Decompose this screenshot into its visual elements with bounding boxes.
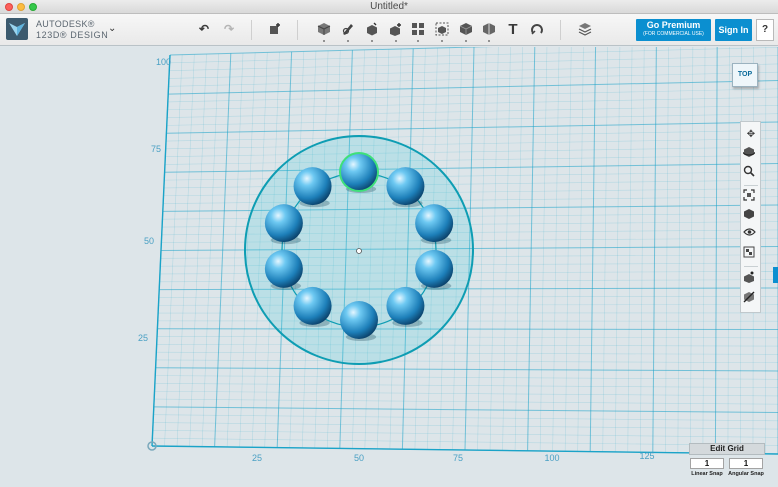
grid-line-vertical [577, 47, 584, 452]
3d-viewport[interactable]: 25 50 75 100 125 100 75 50 25 TOP ✥ Edit… [0, 47, 778, 487]
x-axis-label: 25 [252, 453, 262, 463]
toolbar-divider [251, 20, 252, 40]
zoom-icon[interactable] [743, 165, 759, 181]
toolbar-divider [297, 20, 298, 40]
grid-line-vertical [714, 47, 718, 454]
grid-line-vertical [677, 47, 681, 453]
sphere[interactable] [264, 204, 303, 243]
combine-icon[interactable] [458, 21, 474, 37]
redo-icon[interactable]: ↷ [221, 21, 237, 37]
construct-icon[interactable] [364, 21, 380, 37]
grid-line-vertical [514, 47, 523, 451]
sphere[interactable] [386, 167, 425, 206]
edit-grid-button[interactable]: Edit Grid [689, 443, 765, 455]
y-axis-label: 100 [156, 57, 171, 67]
snap-grid-icon[interactable] [743, 271, 759, 287]
title-bar: Untitled* [0, 0, 778, 14]
right-panel-tab[interactable] [773, 267, 778, 283]
grid-line-vertical [564, 47, 572, 452]
view-cube[interactable]: TOP [732, 63, 758, 87]
pan-icon[interactable]: ✥ [743, 126, 759, 142]
brand-name: AUTODESK® [36, 19, 95, 29]
grid-line-vertical [702, 47, 706, 454]
sphere[interactable] [386, 286, 425, 325]
workspace-canvas[interactable]: 25 50 75 100 125 100 75 50 25 [0, 47, 778, 487]
grid-line-vertical [627, 47, 633, 453]
sphere[interactable] [415, 204, 454, 243]
navigation-panel: ✥ [740, 121, 761, 313]
linear-snap-label: Linear Snap [691, 471, 723, 477]
main-toolbar: AUTODESK® 123D® DESIGN ⌄ ↶ ↷ T Go Premiu… [0, 14, 778, 46]
visibility-icon[interactable] [743, 227, 759, 243]
primitives-cube-icon[interactable] [316, 21, 332, 37]
grid-line-vertical [690, 47, 694, 453]
x-axis-label: 50 [354, 453, 364, 463]
undo-icon[interactable]: ↶ [196, 21, 212, 37]
grid-line-vertical [639, 47, 645, 453]
grid-line-horizontal [158, 304, 778, 306]
grid-line-vertical [552, 47, 560, 452]
sphere[interactable] [415, 249, 454, 288]
app-window: Untitled* AUTODESK® 123D® DESIGN ⌄ ↶ ↷ T… [0, 0, 778, 487]
transform-box-icon[interactable] [267, 21, 283, 37]
edit-grid-panel: Edit Grid 1 1 Linear Snap Angular Snap [689, 443, 765, 483]
go-premium-sublabel: (FOR COMMERCIAL USE) [643, 31, 704, 37]
grouping-icon[interactable] [434, 21, 450, 37]
solid-toggle-icon[interactable] [743, 291, 759, 307]
grid-line-vertical [727, 47, 730, 454]
sign-in-button[interactable]: Sign In [715, 19, 752, 41]
y-axis-label: 75 [151, 144, 161, 154]
text-icon[interactable]: T [505, 21, 521, 38]
chevron-down-icon[interactable]: ⌄ [108, 23, 116, 34]
grid-line-horizontal [157, 328, 778, 330]
grid-line-vertical [539, 47, 548, 451]
sphere[interactable] [293, 167, 332, 206]
fit-icon[interactable] [743, 189, 759, 205]
grid-line-vertical [527, 47, 536, 451]
window-title: Untitled* [370, 1, 408, 12]
material-view-icon[interactable] [743, 246, 759, 262]
selected-sphere[interactable] [339, 152, 379, 192]
y-axis-label: 25 [138, 333, 148, 343]
sketch-icon[interactable] [340, 21, 356, 37]
grid-line-vertical [614, 47, 621, 452]
help-button[interactable]: ? [756, 19, 774, 41]
sphere[interactable] [340, 301, 378, 339]
angular-snap-field[interactable]: 1 [729, 458, 763, 469]
autodesk-logo-icon [9, 23, 25, 36]
material-icon[interactable] [577, 21, 593, 37]
angular-snap-label: Angular Snap [728, 471, 764, 477]
product-name: 123D® DESIGN [36, 30, 109, 40]
linear-snap-field[interactable]: 1 [690, 458, 724, 469]
x-axis-label: 75 [453, 453, 463, 463]
orbit-icon[interactable] [743, 146, 759, 162]
grid-line-vertical [602, 47, 609, 452]
pattern-icon[interactable] [410, 21, 426, 37]
app-logo[interactable] [6, 18, 28, 40]
snap-icon[interactable] [529, 21, 545, 37]
sphere[interactable] [293, 286, 332, 325]
toolbar-divider [560, 20, 561, 40]
center-point[interactable] [356, 248, 362, 254]
y-axis-label: 50 [144, 236, 154, 246]
x-axis-label: 100 [544, 453, 559, 463]
modify-icon[interactable] [388, 21, 404, 37]
measure-icon[interactable] [481, 21, 497, 37]
go-premium-label: Go Premium [646, 20, 701, 30]
x-axis-label: 125 [639, 451, 654, 461]
grid-line-vertical [589, 47, 597, 452]
go-premium-button[interactable]: Go Premium (FOR COMMERCIAL USE) [636, 19, 711, 41]
views-icon[interactable] [743, 208, 759, 224]
sphere[interactable] [264, 249, 303, 288]
